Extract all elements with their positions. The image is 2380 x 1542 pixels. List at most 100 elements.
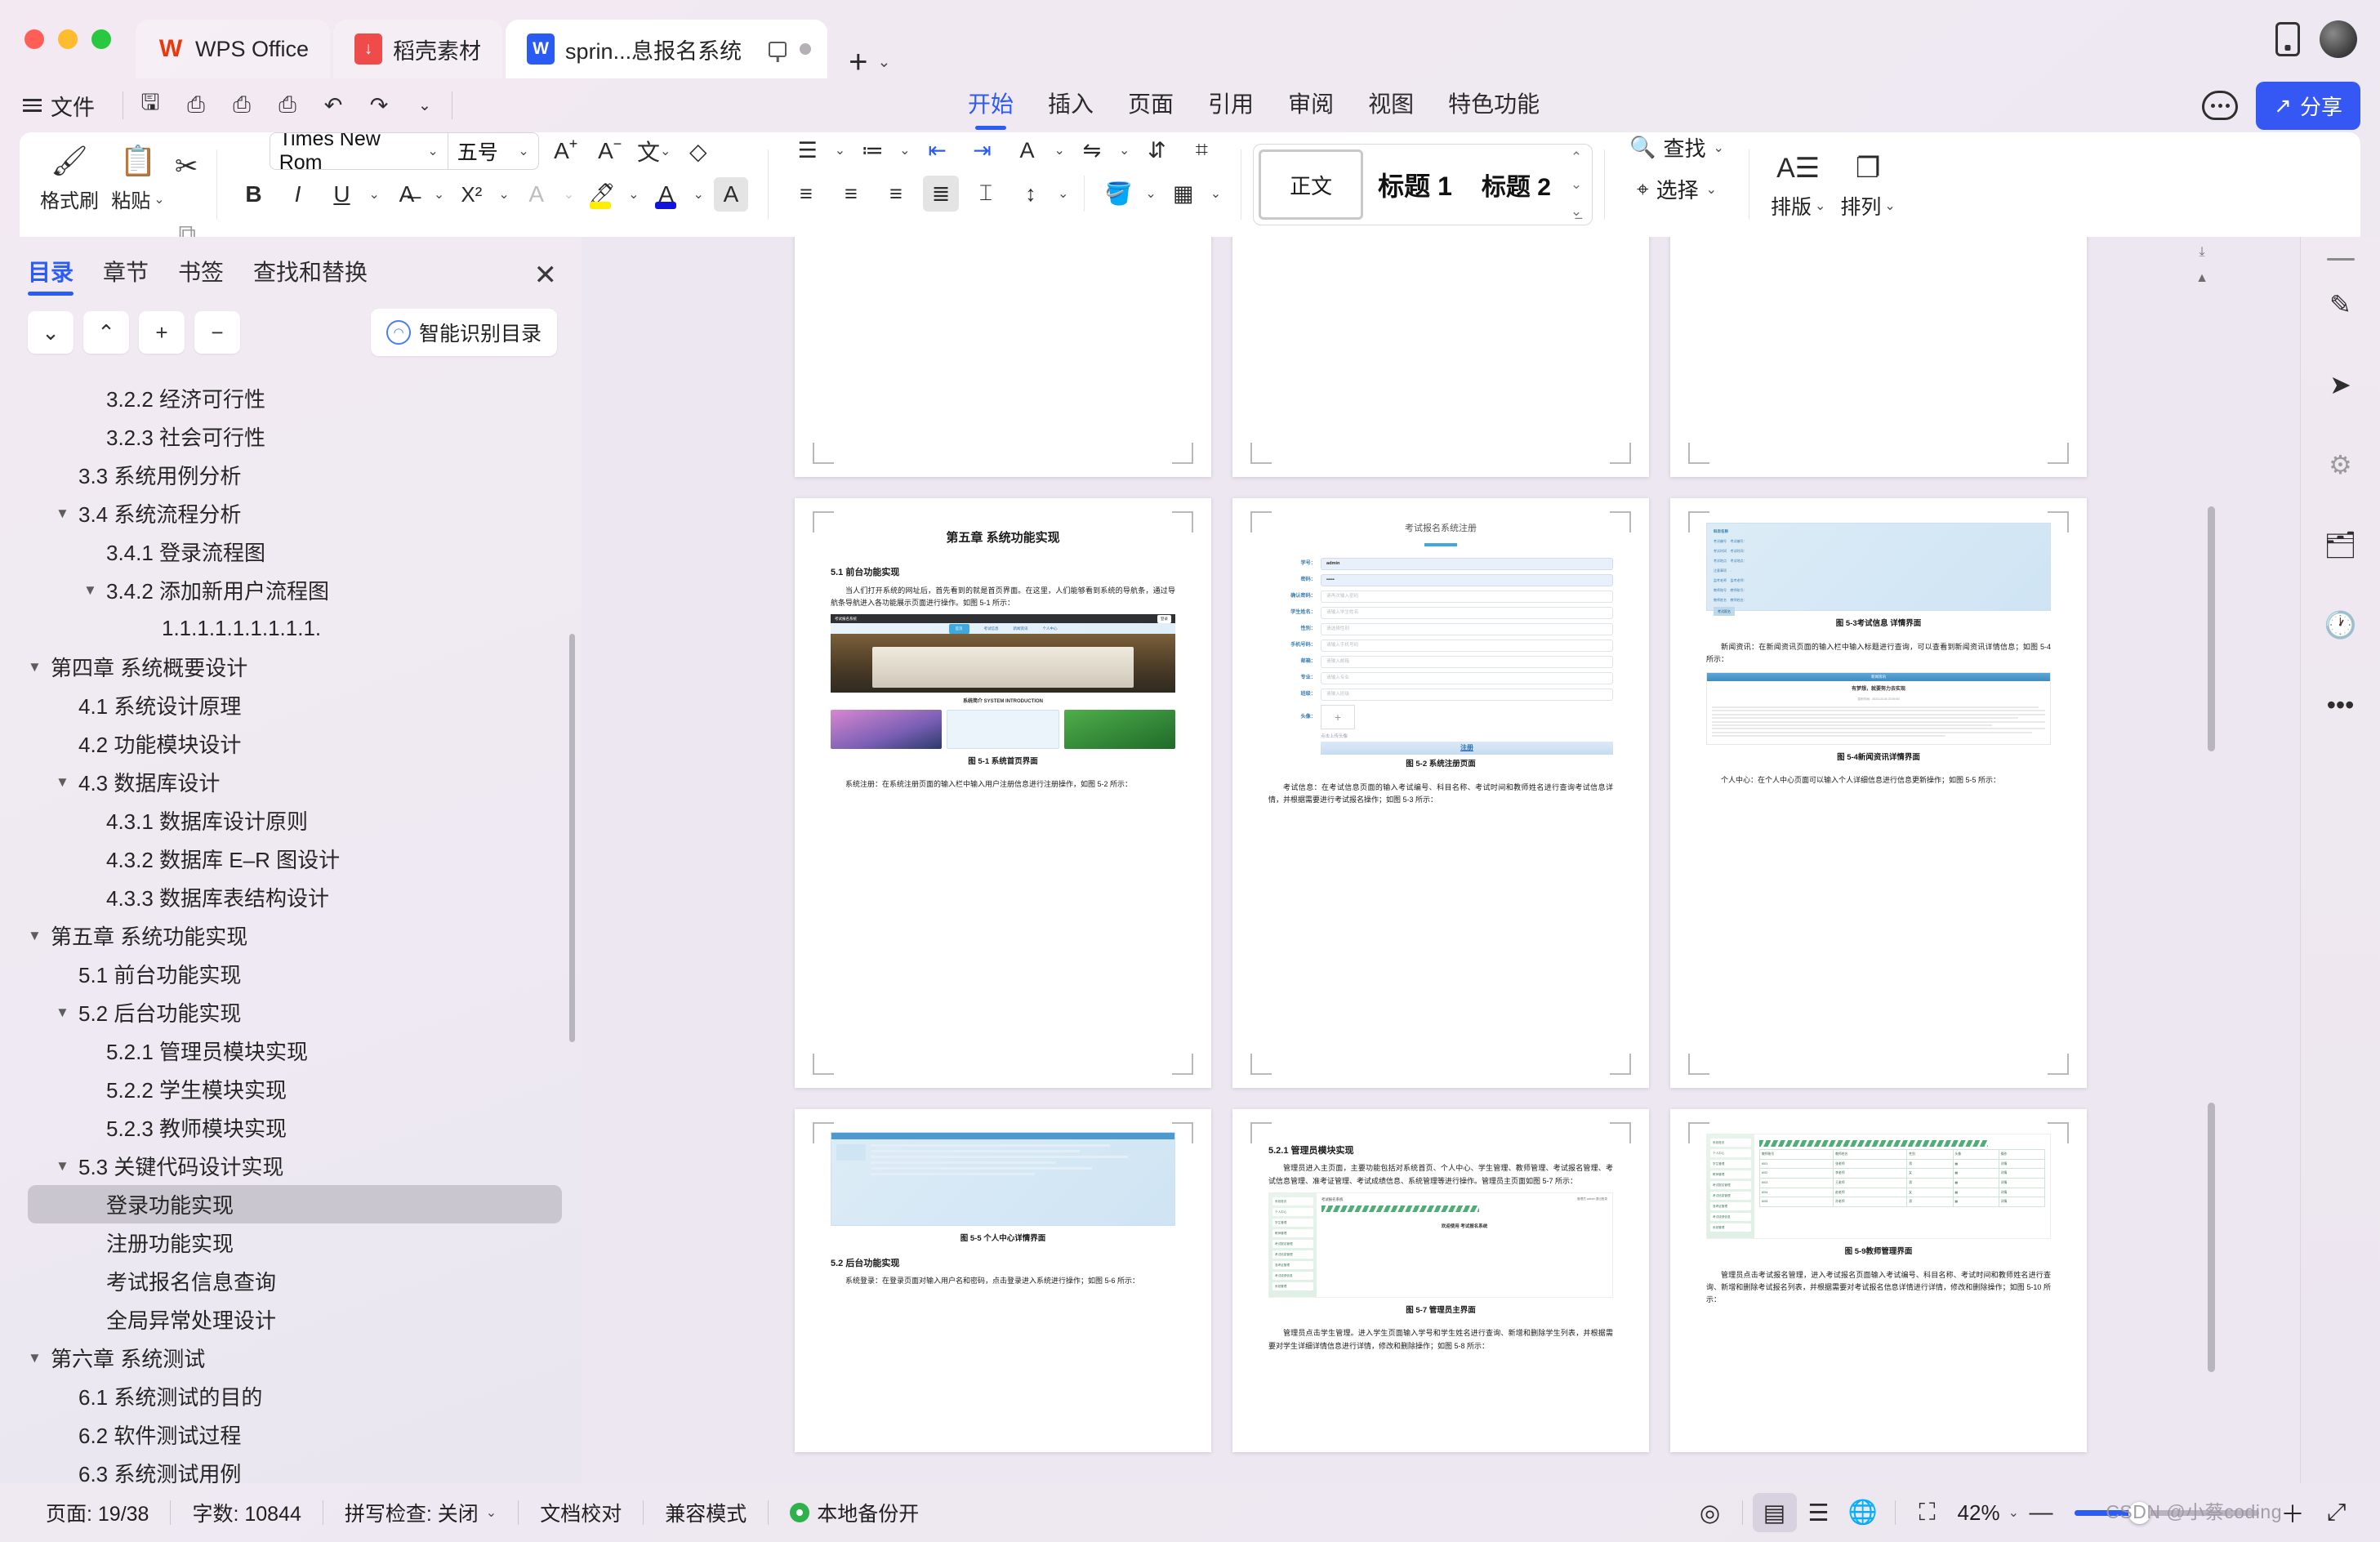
toc-item[interactable]: ▼5.2.2 学生模块实现 bbox=[28, 1070, 562, 1108]
minimize-window-button[interactable] bbox=[58, 29, 78, 49]
clear-formatting-icon[interactable]: ◇ bbox=[681, 134, 715, 168]
document-canvas[interactable]: zhuyishixiangvarchar200注意 事项jiaoshizhang… bbox=[582, 237, 2300, 1483]
character-shading-button[interactable]: A bbox=[713, 177, 748, 212]
page-top-left[interactable]: zhuyishixiangvarchar200注意 事项jiaoshizhang… bbox=[795, 237, 1211, 477]
toc-expander-icon[interactable]: ▼ bbox=[56, 506, 74, 522]
highlight-color-button[interactable]: 🖊 bbox=[584, 177, 618, 212]
toc-item[interactable]: ▼6.3 系统测试用例 bbox=[28, 1454, 562, 1483]
page-indicator[interactable]: 页面: 19/38 bbox=[25, 1498, 170, 1527]
decrease-indent-button[interactable]: ⇤ bbox=[920, 132, 956, 168]
chevron-down-icon[interactable]: ⌄ bbox=[498, 186, 509, 203]
toc-item[interactable]: ▼3.2.3 社会可行性 bbox=[28, 417, 562, 456]
chevron-down-icon[interactable]: ⌄ bbox=[628, 186, 639, 203]
tab-wps-office[interactable]: W WPS Office bbox=[136, 20, 331, 78]
show-marks-button[interactable]: ⌗ bbox=[1183, 132, 1219, 168]
reduce-level-button[interactable]: − bbox=[194, 311, 240, 354]
sidebar-tab-toc[interactable]: 目录 bbox=[28, 255, 74, 296]
history-icon[interactable]: 🕐 bbox=[2320, 604, 2362, 646]
tab-current-document[interactable]: W sprin...息报名系统 bbox=[506, 20, 828, 78]
chevron-down-icon[interactable]: ⌄ bbox=[693, 186, 704, 203]
tab-close-dot-icon[interactable] bbox=[800, 43, 812, 55]
toc-item[interactable]: ▼ 第五章 系统功能实现 bbox=[28, 916, 562, 955]
toc-item[interactable]: ▼4.3.3 数据库表结构设计 bbox=[28, 878, 562, 916]
toc-item[interactable]: ▼5.1 前台功能实现 bbox=[28, 955, 562, 993]
collapse-up-button[interactable]: ⌃ bbox=[83, 311, 129, 354]
page-nav-arrows[interactable]: ⤓ ▲ bbox=[2195, 245, 2208, 286]
increase-font-size-button[interactable]: A + bbox=[549, 134, 583, 168]
more-options-icon[interactable]: ••• bbox=[2320, 684, 2362, 726]
font-color-button[interactable]: A bbox=[649, 177, 684, 212]
zoom-out-button[interactable]: — bbox=[2019, 1493, 2063, 1532]
shading-button[interactable]: 🪣 bbox=[1100, 176, 1136, 212]
toc-item[interactable]: ▼ 第六章 系统测试 bbox=[28, 1339, 562, 1377]
sidebar-tab-chapters[interactable]: 章节 bbox=[103, 255, 149, 296]
page-bot-center[interactable]: 5.2.1 管理员模块实现 管理员进入主页面，主要功能包括对系统首页、个人中心、… bbox=[1232, 1109, 1649, 1452]
scroll-down-icon[interactable]: ⌄ bbox=[1571, 176, 1582, 193]
toc-item[interactable]: ▼ 5.2 后台功能实现 bbox=[28, 993, 562, 1032]
sidebar-tab-bookmarks[interactable]: 书签 bbox=[178, 255, 224, 296]
style-gallery-scrollbar[interactable]: ⌃ ⌄ ⌄̲ bbox=[1566, 149, 1587, 220]
find-button[interactable]: 🔍 查找 ⌄ bbox=[1629, 132, 1724, 163]
page-bot-right[interactable]: 系统首页 个人中心 学生管理 教师管理 考试报名管理 考试信息管理 准考证管理 … bbox=[1670, 1109, 2087, 1452]
doc-beautify-icon[interactable]: 🗂 bbox=[2320, 524, 2362, 566]
align-center-button[interactable]: ≡ bbox=[833, 176, 869, 212]
chevron-down-icon[interactable]: ⌄ bbox=[2008, 1504, 2019, 1521]
style-normal[interactable]: 正文 bbox=[1259, 149, 1364, 220]
smart-toc-button[interactable]: ◠ 智能识别目录 bbox=[370, 309, 557, 356]
arrange-button[interactable]: ❐ 排列 ⌄ bbox=[1840, 149, 1895, 221]
expand-gallery-icon[interactable]: ⌄̲ bbox=[1571, 203, 1582, 220]
ribbon-tab-list[interactable]: 开始 插入 页面 引用 审阅 视图 特色功能 bbox=[968, 87, 1540, 125]
toc-item[interactable]: ▼4.3.1 数据库设计原则 bbox=[28, 801, 562, 840]
style-gallery[interactable]: 正文 标题 1 标题 2 ⌃ ⌄ ⌄̲ bbox=[1253, 144, 1593, 225]
superscript-button[interactable]: X² bbox=[454, 177, 488, 212]
toc-item[interactable]: ▼考试报名信息查询 bbox=[28, 1262, 562, 1300]
chevron-down-icon[interactable]: ⌄ bbox=[411, 91, 439, 119]
chevron-down-icon[interactable]: ⌄ bbox=[564, 186, 574, 203]
chevron-down-icon[interactable]: ⌄ bbox=[899, 142, 910, 158]
fit-page-icon[interactable]: ⛶ bbox=[1905, 1493, 1950, 1532]
chevron-down-icon[interactable]: ⌄ bbox=[877, 53, 890, 72]
toc-item[interactable]: ▼3.2.2 经济可行性 bbox=[28, 379, 562, 417]
compatibility-mode[interactable]: 兼容模式 bbox=[644, 1498, 768, 1527]
chevron-down-icon[interactable]: ⌄ bbox=[1058, 185, 1068, 202]
ribbon-tab-page[interactable]: 页面 bbox=[1128, 87, 1174, 125]
font-name-select[interactable]: Times New Rom ⌄ bbox=[270, 133, 448, 169]
toc-item[interactable]: ▼ 5.3 关键代码设计实现 bbox=[28, 1147, 562, 1185]
increase-indent-button[interactable]: ⇥ bbox=[965, 132, 1001, 168]
mobile-sync-icon[interactable] bbox=[2275, 22, 2300, 56]
proofread-button[interactable]: 文档校对 bbox=[519, 1498, 643, 1527]
document-scrollbar-lower[interactable] bbox=[2208, 1103, 2215, 1372]
toc-item[interactable]: ▼5.2.1 管理员模块实现 bbox=[28, 1032, 562, 1070]
toc-expander-icon[interactable]: ▼ bbox=[56, 1158, 74, 1174]
page-mid-left[interactable]: 第五章 系统功能实现 5.1 前台功能实现 当人们打开系统的网址后，首先看到的就… bbox=[795, 498, 1211, 1088]
chevron-down-icon[interactable]: ⌄ bbox=[434, 186, 444, 203]
close-window-button[interactable] bbox=[25, 29, 44, 49]
toc-item[interactable]: ▼ 4.3 数据库设计 bbox=[28, 763, 562, 801]
page-top-right[interactable]: xingbievarchar200性别shoujihaomavarchar200… bbox=[1670, 237, 2087, 477]
maximize-window-button[interactable] bbox=[91, 29, 111, 49]
scroll-up-icon[interactable]: ⌃ bbox=[1571, 149, 1582, 166]
chevron-down-icon[interactable]: ⌄ bbox=[1119, 142, 1130, 158]
fullscreen-icon[interactable]: ⤢ bbox=[2315, 1493, 2359, 1532]
close-sidebar-button[interactable]: ✕ bbox=[534, 259, 558, 292]
text-direction-button[interactable]: A bbox=[1009, 132, 1045, 168]
bullet-list-button[interactable]: ☰ bbox=[790, 132, 826, 168]
select-button[interactable]: ⌖ 选择 ⌄ bbox=[1637, 174, 1717, 204]
toc-item[interactable]: ▼5.2.3 教师模块实现 bbox=[28, 1108, 562, 1147]
toc-item[interactable]: ▼1.1.1.1.1.1.1.1.1. bbox=[28, 609, 562, 648]
zoom-level[interactable]: 42% bbox=[1950, 1500, 2008, 1526]
save-icon[interactable]: 🖫 bbox=[136, 90, 164, 119]
toc-item[interactable]: ▼6.2 软件测试过程 bbox=[28, 1415, 562, 1454]
paragraph-marks-button[interactable]: ⇋ bbox=[1074, 132, 1110, 168]
prev-page-icon[interactable]: ▲ bbox=[2195, 271, 2208, 286]
typeset-button[interactable]: A☰ 排版 ⌄ bbox=[1771, 149, 1825, 221]
file-menu-button[interactable]: 文件 bbox=[23, 90, 95, 122]
decrease-font-size-button[interactable]: A − bbox=[593, 134, 627, 168]
window-controls[interactable] bbox=[25, 29, 111, 49]
font-controls[interactable]: Times New Rom ⌄ 五号 ⌄ bbox=[269, 132, 539, 170]
sidebar-tab-strip[interactable]: 目录 章节 书签 查找和替换 ✕ bbox=[0, 237, 582, 296]
print-search-icon[interactable]: ⎙ bbox=[274, 91, 301, 119]
toc-item[interactable]: ▼4.2 功能模块设计 bbox=[28, 724, 562, 763]
page-bot-left[interactable]: 图 5-5 个人中心详情界面 5.2 后台功能实现 系统登录：在登录页面对输入用… bbox=[795, 1109, 1211, 1452]
chevron-down-icon[interactable]: ⌄ bbox=[1145, 185, 1156, 202]
